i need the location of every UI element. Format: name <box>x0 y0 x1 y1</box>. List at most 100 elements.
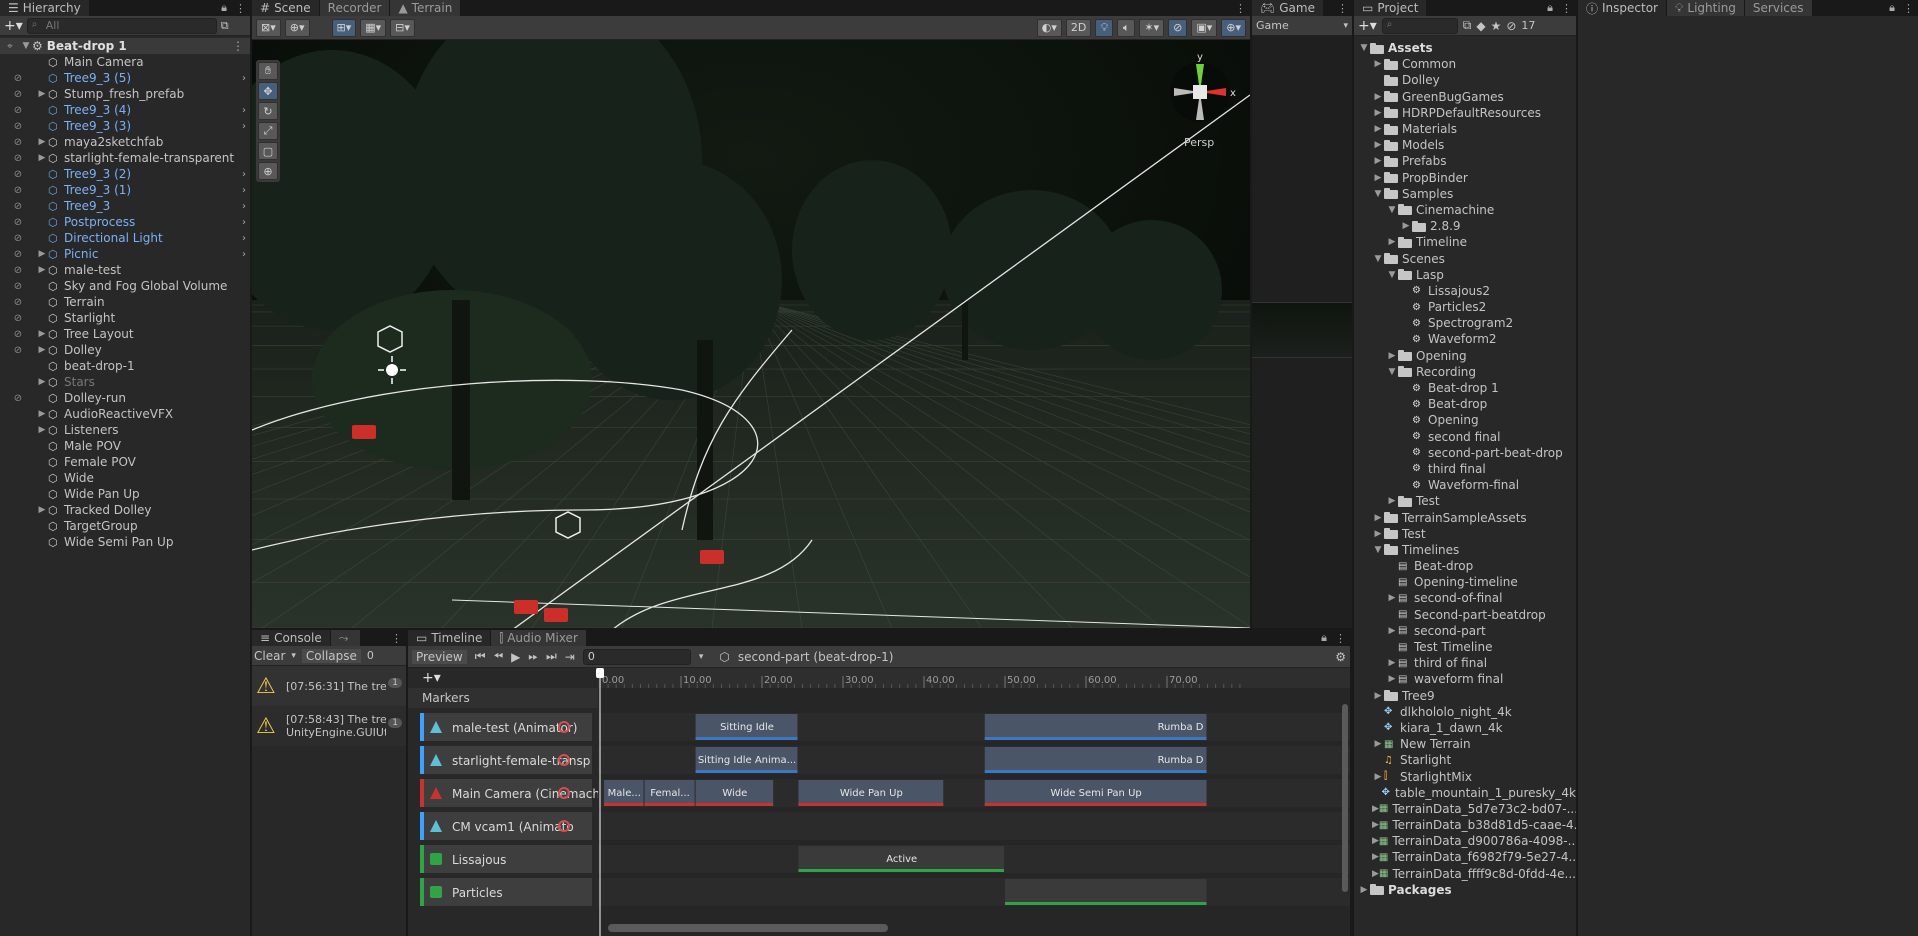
transform-tool-icon[interactable]: ⊕ <box>258 162 278 180</box>
frame-field[interactable]: 0 <box>582 648 691 665</box>
more-menu-icon[interactable]: ⋮ <box>1337 2 1348 15</box>
scene-menu-icon[interactable]: ⋮ <box>232 39 244 53</box>
scale-tool-icon[interactable]: ⤢ <box>258 122 278 140</box>
tab-inspector[interactable]: ⓘ Inspector <box>1578 0 1667 16</box>
expand-arrow-icon[interactable]: ▶ <box>1372 108 1384 118</box>
visibility-icon[interactable]: ⊘ <box>0 217 36 228</box>
expand-arrow-icon[interactable]: ▶ <box>1386 674 1398 684</box>
timeline-clip[interactable]: Wide Semi Pan Up <box>984 780 1207 806</box>
lock-icon[interactable]: 🔒︎ <box>1889 1 1895 15</box>
tab-timeline[interactable]: ▭ Timeline <box>408 630 492 646</box>
more-menu-icon[interactable]: ⋮ <box>1903 2 1914 15</box>
shading-mode-button[interactable]: ◐▾ <box>1036 18 1062 37</box>
project-tree-item[interactable]: ▶ HDRPDefaultResources <box>1354 105 1576 121</box>
expand-arrow-icon[interactable]: ▶ <box>36 345 48 355</box>
hierarchy-row[interactable]: ⊘ ⬡ Tree9_3 (5) › <box>0 70 250 86</box>
search-by-type-icon[interactable]: ⧉ <box>1463 18 1472 33</box>
project-tree-item[interactable]: ▶ ▦ TerrainData_d900786a-4098-... <box>1354 833 1576 849</box>
hierarchy-row[interactable]: ▶ ⬡ Listeners <box>0 422 250 438</box>
timeline-clip[interactable]: Wide <box>695 780 774 806</box>
project-tree-item[interactable]: ▶ Prefabs <box>1354 153 1576 169</box>
project-tree-item[interactable]: ▶ Timeline <box>1354 234 1576 250</box>
console-entry[interactable]: ⚠ [07:58:43] The tree UnityEngine.GUIUti 1 <box>252 706 406 746</box>
visibility-icon[interactable]: ⊘ <box>0 281 36 292</box>
prefab-chevron-icon[interactable]: › <box>242 233 246 244</box>
lock-icon[interactable]: 🔒︎ <box>1321 631 1327 645</box>
chevron-down-icon[interactable]: ▾ <box>291 651 296 661</box>
horizontal-scrollbar[interactable] <box>608 924 888 932</box>
gizmos-toggle-icon[interactable]: ⊕▾ <box>1221 18 1246 37</box>
timeline-clip[interactable]: Sitting Idle Anima... <box>695 747 798 773</box>
track-enabled-checkbox[interactable] <box>430 886 442 898</box>
prefab-chevron-icon[interactable]: › <box>242 201 246 212</box>
camera-settings-icon[interactable]: ▣▾ <box>1191 18 1218 37</box>
project-tree-item[interactable]: ▼ Cinemachine <box>1354 202 1576 218</box>
hierarchy-row[interactable]: ⬡ TargetGroup <box>0 518 250 534</box>
expand-arrow-icon[interactable]: ▶ <box>1372 124 1384 134</box>
visibility-icon[interactable]: ⊘ <box>0 297 36 308</box>
expand-arrow-icon[interactable]: ▶ <box>1400 221 1412 231</box>
play-icon[interactable]: ▶︎ <box>511 650 520 664</box>
project-tree-item[interactable]: ⚙︎ Beat-drop 1 <box>1354 380 1576 396</box>
hierarchy-row[interactable]: ⬡ beat-drop-1 <box>0 358 250 374</box>
project-search-input[interactable]: ⌕ <box>1381 17 1458 34</box>
project-tree-item[interactable]: ⚙︎ Lissajous2 <box>1354 283 1576 299</box>
tab-game[interactable]: 🎮︎ Game <box>1252 0 1324 16</box>
project-tree-item[interactable]: ⚙︎ Waveform-final <box>1354 477 1576 493</box>
preview-button[interactable]: Preview <box>412 649 467 664</box>
project-tree-item[interactable]: ⚙︎ Waveform2 <box>1354 331 1576 347</box>
hierarchy-row[interactable]: ⊘ ⬡ Tree9_3 › <box>0 198 250 214</box>
expand-arrow-icon[interactable]: ▶ <box>36 265 48 275</box>
track-header[interactable]: Particles <box>420 878 592 906</box>
toggle-2d-button[interactable]: 2D <box>1065 18 1092 37</box>
hierarchy-row[interactable]: ⬡ Male POV <box>0 438 250 454</box>
add-create-button[interactable]: +▾ <box>4 18 23 34</box>
track-header[interactable]: starlight-female-transp <box>420 746 592 774</box>
visibility-icon[interactable]: ⊘ <box>0 233 36 244</box>
clear-button[interactable]: Clear <box>254 649 285 663</box>
expand-arrow-icon[interactable]: ▶ <box>1372 529 1384 539</box>
project-tree-item[interactable]: ▶ ▦ TerrainData_b38d81d5-caae-4... <box>1354 817 1576 833</box>
project-tree-item[interactable]: ▶ ▤ second-of-final <box>1354 590 1576 606</box>
expand-arrow-icon[interactable]: ▶ <box>1372 804 1379 814</box>
tab-recorder[interactable]: Recorder <box>319 0 391 16</box>
project-tree-item[interactable]: ▶ ▤ second-part <box>1354 623 1576 639</box>
project-tree-item[interactable]: ▤ Second-part-beatdrop <box>1354 607 1576 623</box>
timeline-clip[interactable]: Rumba D <box>984 714 1207 740</box>
expand-arrow-icon[interactable]: ▶ <box>1386 496 1398 506</box>
tab-project[interactable]: ▭ Project <box>1354 0 1428 16</box>
scene-visibility-icon[interactable]: ⌖ <box>0 41 20 52</box>
prefab-chevron-icon[interactable]: › <box>242 169 246 180</box>
hierarchy-row[interactable]: ⊘ ▶ ⬡ Stump_fresh_prefab <box>0 86 250 102</box>
project-tree-item[interactable]: ▶ ▤ third of final <box>1354 655 1576 671</box>
visibility-icon[interactable]: ⊘ <box>0 345 36 356</box>
persp-label[interactable]: Persp <box>1184 136 1214 149</box>
audio-toggle-icon[interactable]: 🔈︎ <box>1117 18 1136 37</box>
hierarchy-row[interactable]: ⊘ ⬡ Tree9_3 (4) › <box>0 102 250 118</box>
project-tree-item[interactable]: ▤ Opening-timeline <box>1354 574 1576 590</box>
expand-arrow-icon[interactable]: ▼ <box>1358 43 1370 53</box>
rotate-tool-icon[interactable]: ↻ <box>258 102 278 120</box>
project-tree-item[interactable]: ✥ kiara_1_dawn_4k <box>1354 720 1576 736</box>
expand-arrow-icon[interactable]: ▼ <box>1386 205 1398 215</box>
project-tree-item[interactable]: ⚙︎ Opening <box>1354 412 1576 428</box>
tab-console[interactable]: ≡ Console <box>252 630 331 646</box>
track-header[interactable]: CM vcam1 (Animato <box>420 812 592 840</box>
collapse-button[interactable]: Collapse <box>301 648 361 663</box>
project-tree-item[interactable]: ▶ Models <box>1354 137 1576 153</box>
project-tree-item[interactable]: ⚙︎ Beat-drop <box>1354 396 1576 412</box>
expand-arrow-icon[interactable]: ▶ <box>1372 140 1384 150</box>
timeline-tracks[interactable]: 0.00 10.00 20.00 30.00 40.00 50.00 60.00 70.00 M… <box>408 668 1350 936</box>
expand-arrow-icon[interactable]: ▶ <box>1372 691 1384 701</box>
expand-arrow-icon[interactable]: ▶ <box>1372 173 1384 183</box>
timeline-clip[interactable]: Male... <box>604 780 644 806</box>
project-tree-item[interactable]: ✥ dlkhololo_night_4k <box>1354 704 1576 720</box>
project-tree-item[interactable]: ▼ Timelines <box>1354 542 1576 558</box>
next-frame-icon[interactable]: ⏩︎ <box>528 649 538 664</box>
prefab-chevron-icon[interactable]: › <box>242 105 246 116</box>
prev-frame-icon[interactable]: ⏪︎ <box>494 649 504 664</box>
visibility-icon[interactable]: ⊘ <box>0 105 36 116</box>
project-tree-item[interactable]: ⚙︎ second final <box>1354 429 1576 445</box>
hierarchy-row[interactable]: ▶ ⬡ AudioReactiveVFX <box>0 406 250 422</box>
project-tree-item[interactable]: ▼ Scenes <box>1354 250 1576 266</box>
